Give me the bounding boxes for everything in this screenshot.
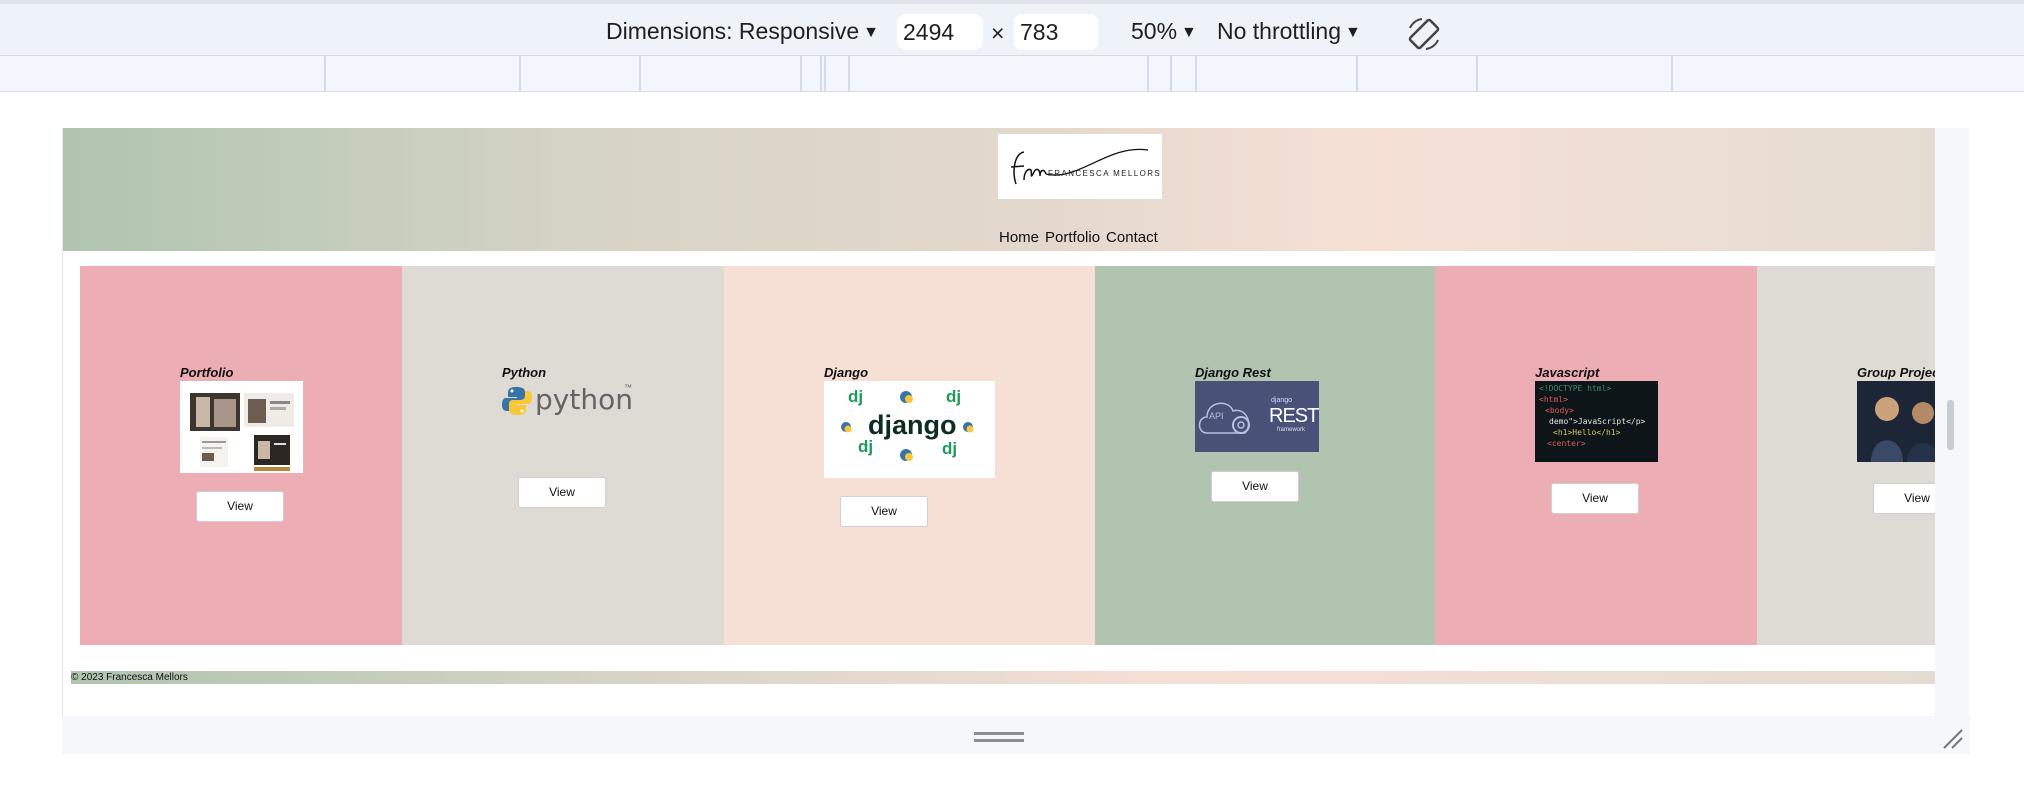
card-title: Group Project (1857, 365, 1936, 380)
group-project-thumbnail (1857, 381, 1936, 462)
site-footer: © 2023 Francesca Mellors (71, 671, 1936, 684)
emulated-viewport: FRANCESCA MELLORS Home Portfolio Contact P… (62, 128, 1970, 716)
python-logo: python ™ (502, 381, 632, 417)
javascript-thumbnail: <!DOCTYPE html> <html> <body> demo">Java… (1535, 381, 1658, 462)
trademark-sign: ™ (624, 383, 632, 392)
view-button[interactable]: View (518, 477, 606, 508)
zoom-dropdown[interactable]: 50% ▼ (1131, 18, 1197, 45)
card-portfolio: Portfolio View (80, 266, 402, 645)
width-input[interactable]: 2494 (897, 14, 983, 50)
rotate-icon[interactable] (1404, 14, 1444, 54)
python-small-icons (841, 391, 974, 461)
height-input[interactable]: 783 (1014, 14, 1098, 50)
resize-handle-icon[interactable] (974, 732, 1024, 735)
card-title: Portfolio (180, 365, 234, 380)
view-button[interactable]: View (840, 496, 928, 527)
card-group-project: Group Project View (1757, 266, 1936, 645)
card-title: Python (502, 365, 547, 380)
card-python: Python python ™ View (402, 266, 724, 645)
django-rest-thumbnail: API django REST framework (1195, 381, 1319, 452)
code-line: <h1>Hello</h1> (1553, 428, 1621, 437)
python-icon (502, 387, 532, 415)
code-line: <center> (1547, 439, 1586, 448)
media-query-ruler[interactable] (0, 56, 2024, 92)
project-cards: Portfolio View Python python ™ View Djan… (80, 266, 1936, 645)
card-title: Django (824, 365, 869, 380)
card-django-rest: Django Rest API django REST framework Vi… (1095, 266, 1435, 645)
nav-link-portfolio[interactable]: Portfolio (1045, 229, 1100, 246)
card-django: Django dj dj dj dj django View (724, 266, 1095, 645)
scrollbar-thumb[interactable] (1947, 400, 1954, 450)
code-line: <html> (1539, 395, 1568, 404)
resize-bar (62, 716, 1970, 754)
python-wordmark: python (535, 383, 632, 416)
card-javascript: Javascript <!DOCTYPE html> <html> <body>… (1435, 266, 1757, 645)
zoom-label: 50% (1131, 18, 1178, 44)
portfolio-thumbnail (180, 381, 303, 473)
api-label: API (1209, 411, 1224, 421)
chevron-down-icon: ▼ (863, 24, 879, 41)
view-button[interactable]: View (1551, 483, 1639, 514)
copyright-text: © 2023 Francesca Mellors (71, 672, 188, 683)
logo[interactable]: FRANCESCA MELLORS (998, 134, 1162, 199)
django-thumbnail: dj dj dj dj django (824, 381, 995, 478)
view-button[interactable]: View (196, 491, 284, 522)
device-toolbar: Dimensions: Responsive ▼ 2494 × 783 50% ▼ … (0, 0, 2024, 56)
times-sign: × (991, 20, 1005, 46)
card-title: Django Rest (1195, 365, 1271, 380)
chevron-down-icon: ▼ (1181, 24, 1197, 41)
nav-link-home[interactable]: Home (999, 229, 1039, 246)
throttling-label: No throttling (1217, 18, 1342, 44)
code-line: demo">JavaScript</p> (1549, 417, 1646, 426)
code-line: <body> (1545, 406, 1574, 415)
rest-sub-label: framework (1277, 427, 1306, 433)
card-title: Javascript (1535, 365, 1600, 380)
rest-wordmark: REST (1269, 405, 1319, 427)
view-button[interactable]: View (1873, 483, 1936, 514)
chevron-down-icon: ▼ (1345, 24, 1361, 41)
signature-icon (1010, 148, 1149, 185)
throttling-dropdown[interactable]: No throttling ▼ (1217, 18, 1361, 45)
dimensions-dropdown[interactable]: Dimensions: Responsive ▼ (606, 18, 879, 45)
site-header: FRANCESCA MELLORS Home Portfolio Contact (63, 128, 1936, 251)
main-nav: Home Portfolio Contact (999, 229, 1164, 246)
logo-text: FRANCESCA MELLORS (1048, 169, 1162, 178)
nav-link-contact[interactable]: Contact (1106, 229, 1158, 246)
code-line: <!DOCTYPE html> (1539, 384, 1612, 393)
dimensions-label: Dimensions: Responsive (606, 18, 860, 44)
corner-resize-icon[interactable] (1940, 726, 1964, 750)
rest-small-label: django (1271, 397, 1293, 404)
view-button[interactable]: View (1211, 471, 1299, 502)
